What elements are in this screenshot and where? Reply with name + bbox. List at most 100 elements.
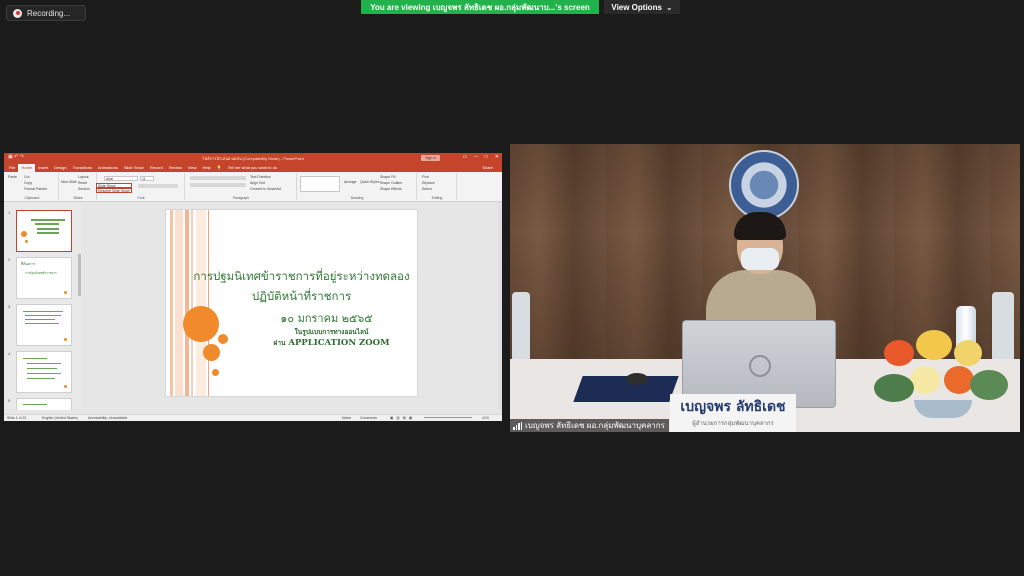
- slide-thumbnail-1[interactable]: [16, 210, 72, 252]
- group-slides: New Slide Layout Reset Section Slides: [60, 173, 97, 200]
- slide-thumbnail-4[interactable]: [16, 351, 72, 393]
- new-slide-button[interactable]: New Slide: [61, 180, 77, 184]
- shape-effects-button[interactable]: Shape Effects: [380, 187, 402, 191]
- format-painter-button[interactable]: Format Painter: [24, 187, 47, 191]
- tab-slide-show[interactable]: Slide Show: [121, 164, 147, 172]
- tab-design[interactable]: Design: [51, 164, 69, 172]
- close-icon[interactable]: ✕: [495, 154, 499, 160]
- align-text-button[interactable]: Align Text: [250, 181, 265, 185]
- group-label: Drawing: [350, 196, 364, 200]
- view-options-button[interactable]: View Options ⌄: [604, 0, 680, 14]
- slide-subtitle: ในรูปแบบการทางออนไลน์: [294, 329, 369, 336]
- list-buttons[interactable]: [190, 176, 246, 180]
- arrange-button[interactable]: Arrange: [344, 180, 356, 184]
- slide-thumbnail-3[interactable]: [16, 304, 72, 346]
- app-name: APPLICATION ZOOM: [288, 338, 390, 348]
- slide-date: ๑๐ มกราคม ๒๕๖๕: [280, 312, 373, 325]
- slide-thumbnail-5[interactable]: [16, 398, 72, 410]
- decor-circle-small: [218, 334, 228, 344]
- group-label: Clipboard: [24, 196, 40, 200]
- group-editing: Find Replace Select Editing: [418, 173, 457, 200]
- tab-insert[interactable]: Insert: [35, 164, 51, 172]
- find-button[interactable]: Find: [422, 175, 429, 179]
- align-buttons[interactable]: [190, 183, 246, 187]
- chevron-down-icon: ⌄: [665, 2, 673, 12]
- speaker-left: [512, 292, 530, 362]
- ribbon-tabs: File Home Insert Design Transitions Anim…: [4, 163, 502, 172]
- slide-thumbnails: 1 2 ที่ต้องการ การปฐมนิเทศข้าราชการ 3 4: [4, 202, 82, 410]
- window-controls: ▭ ─ □ ✕: [462, 154, 499, 160]
- shapes-gallery[interactable]: [300, 176, 340, 192]
- window-title: ไฟล์การนำเสนอ ผมชน (Compatibility Mode) …: [202, 155, 304, 161]
- replace-button[interactable]: Replace: [422, 181, 435, 185]
- layout-button[interactable]: Layout: [78, 175, 89, 179]
- thumbnail-scrollbar[interactable]: [78, 254, 81, 296]
- tab-transitions[interactable]: Transitions: [70, 164, 95, 172]
- tab-help[interactable]: Help: [199, 164, 213, 172]
- ribbon: Paste Cut Copy Format Painter Clipboard …: [4, 172, 502, 202]
- shape-outline-button[interactable]: Shape Outline: [380, 181, 402, 185]
- paste-button[interactable]: Paste: [8, 175, 17, 179]
- name-card-text: เบญจพร ลัทธิเดช: [680, 399, 786, 415]
- reset-button[interactable]: Reset: [78, 181, 87, 185]
- screen-share-banner: You are viewing เบญจพร ลัทธิเดช ผอ.กลุ่ม…: [361, 0, 599, 14]
- emblem-logo: [729, 150, 799, 220]
- sign-in-button[interactable]: Sign in: [421, 155, 440, 161]
- share-button[interactable]: Share: [479, 164, 496, 172]
- slide-scrollbar[interactable]: [498, 202, 502, 409]
- recording-indicator[interactable]: Recording...: [6, 5, 86, 21]
- thumb-subtitle: การปฐมนิเทศข้าราชการ: [25, 271, 57, 275]
- slide-title-line2: ปฏิบัติหน้าที่ราชการ: [251, 289, 352, 303]
- decor-circle-tiny: [212, 369, 219, 376]
- maximize-icon[interactable]: □: [485, 154, 488, 160]
- slide-thumbnail-2[interactable]: ที่ต้องการ การปฐมนิเทศข้าราชการ: [16, 257, 72, 299]
- tab-record[interactable]: Record: [147, 164, 166, 172]
- font-size-select[interactable]: 11: [140, 176, 154, 181]
- text-direction-button[interactable]: Text Direction: [250, 175, 271, 179]
- minimize-icon[interactable]: ─: [474, 154, 478, 160]
- slide-app-line: ผ่าน APPLICATION ZOOM: [246, 338, 417, 348]
- group-label: Editing: [431, 196, 443, 200]
- tab-animations[interactable]: Animations: [95, 164, 121, 172]
- signal-icon: [513, 421, 522, 430]
- hp-logo: [749, 355, 771, 377]
- desk-name-card: เบญจพร ลัทธิเดช ผู้อำนวยการกลุ่มพัฒนาบุค…: [670, 394, 796, 432]
- tab-home[interactable]: Home: [18, 164, 36, 172]
- accessibility-status[interactable]: Accessibility: Unavailable: [88, 416, 127, 420]
- convert-smartart-button[interactable]: Convert to SmartArt: [250, 187, 281, 191]
- view-options-label: View Options: [611, 2, 662, 12]
- zoom-level[interactable]: 41%: [482, 416, 489, 420]
- quick-styles-button[interactable]: Quick Styles: [360, 180, 379, 184]
- font-name-select[interactable]: Arial: [104, 176, 138, 181]
- tab-file[interactable]: File: [6, 164, 18, 172]
- view-buttons[interactable]: ▣▥▤▦: [390, 416, 415, 420]
- flower-arrangement: [870, 330, 1008, 422]
- decor-circle-medium: [203, 344, 220, 361]
- slide-canvas[interactable]: การปฐมนิเทศข้าราชการที่อยู่ระหว่างทดลอง …: [165, 209, 418, 397]
- resume-slide-show-box[interactable]: Resume Slide Show: [96, 188, 132, 193]
- tell-me-input[interactable]: Tell me what you want to do: [225, 164, 280, 172]
- face-mask: [741, 248, 779, 270]
- copy-button[interactable]: Copy: [24, 181, 32, 185]
- group-label: Paragraph: [232, 196, 250, 200]
- select-button[interactable]: Select: [422, 187, 432, 191]
- app-prefix: ผ่าน: [273, 339, 286, 347]
- name-card-subtitle: ผู้อำนวยการกลุ่มพัฒนาบุคลากร: [692, 420, 774, 427]
- tab-review[interactable]: Review: [166, 164, 185, 172]
- slide-count: Slide 1 of 21: [7, 416, 27, 420]
- lightbulb-icon: 💡: [216, 165, 222, 170]
- font-format-buttons[interactable]: [138, 184, 178, 188]
- zoom-slider[interactable]: [424, 417, 472, 418]
- decor-circle-large: [183, 306, 219, 342]
- section-button[interactable]: Section: [78, 187, 90, 191]
- tab-view[interactable]: View: [185, 164, 200, 172]
- ribbon-display-icon[interactable]: ▭: [462, 154, 467, 160]
- participant-video[interactable]: เบญจพร ลัทธิเดช ผู้อำนวยการกลุ่มพัฒนาบุค…: [510, 144, 1020, 432]
- cut-button[interactable]: Cut: [24, 175, 29, 179]
- language-status[interactable]: English (United States): [42, 416, 78, 420]
- recording-label: Recording...: [27, 8, 71, 18]
- group-font: Arial 11 Slide Show Resume Slide Show Fo…: [96, 173, 185, 200]
- shape-fill-button[interactable]: Shape Fill: [380, 175, 396, 179]
- notes-button[interactable]: Notes: [342, 416, 351, 420]
- comments-button[interactable]: Comments: [360, 416, 377, 420]
